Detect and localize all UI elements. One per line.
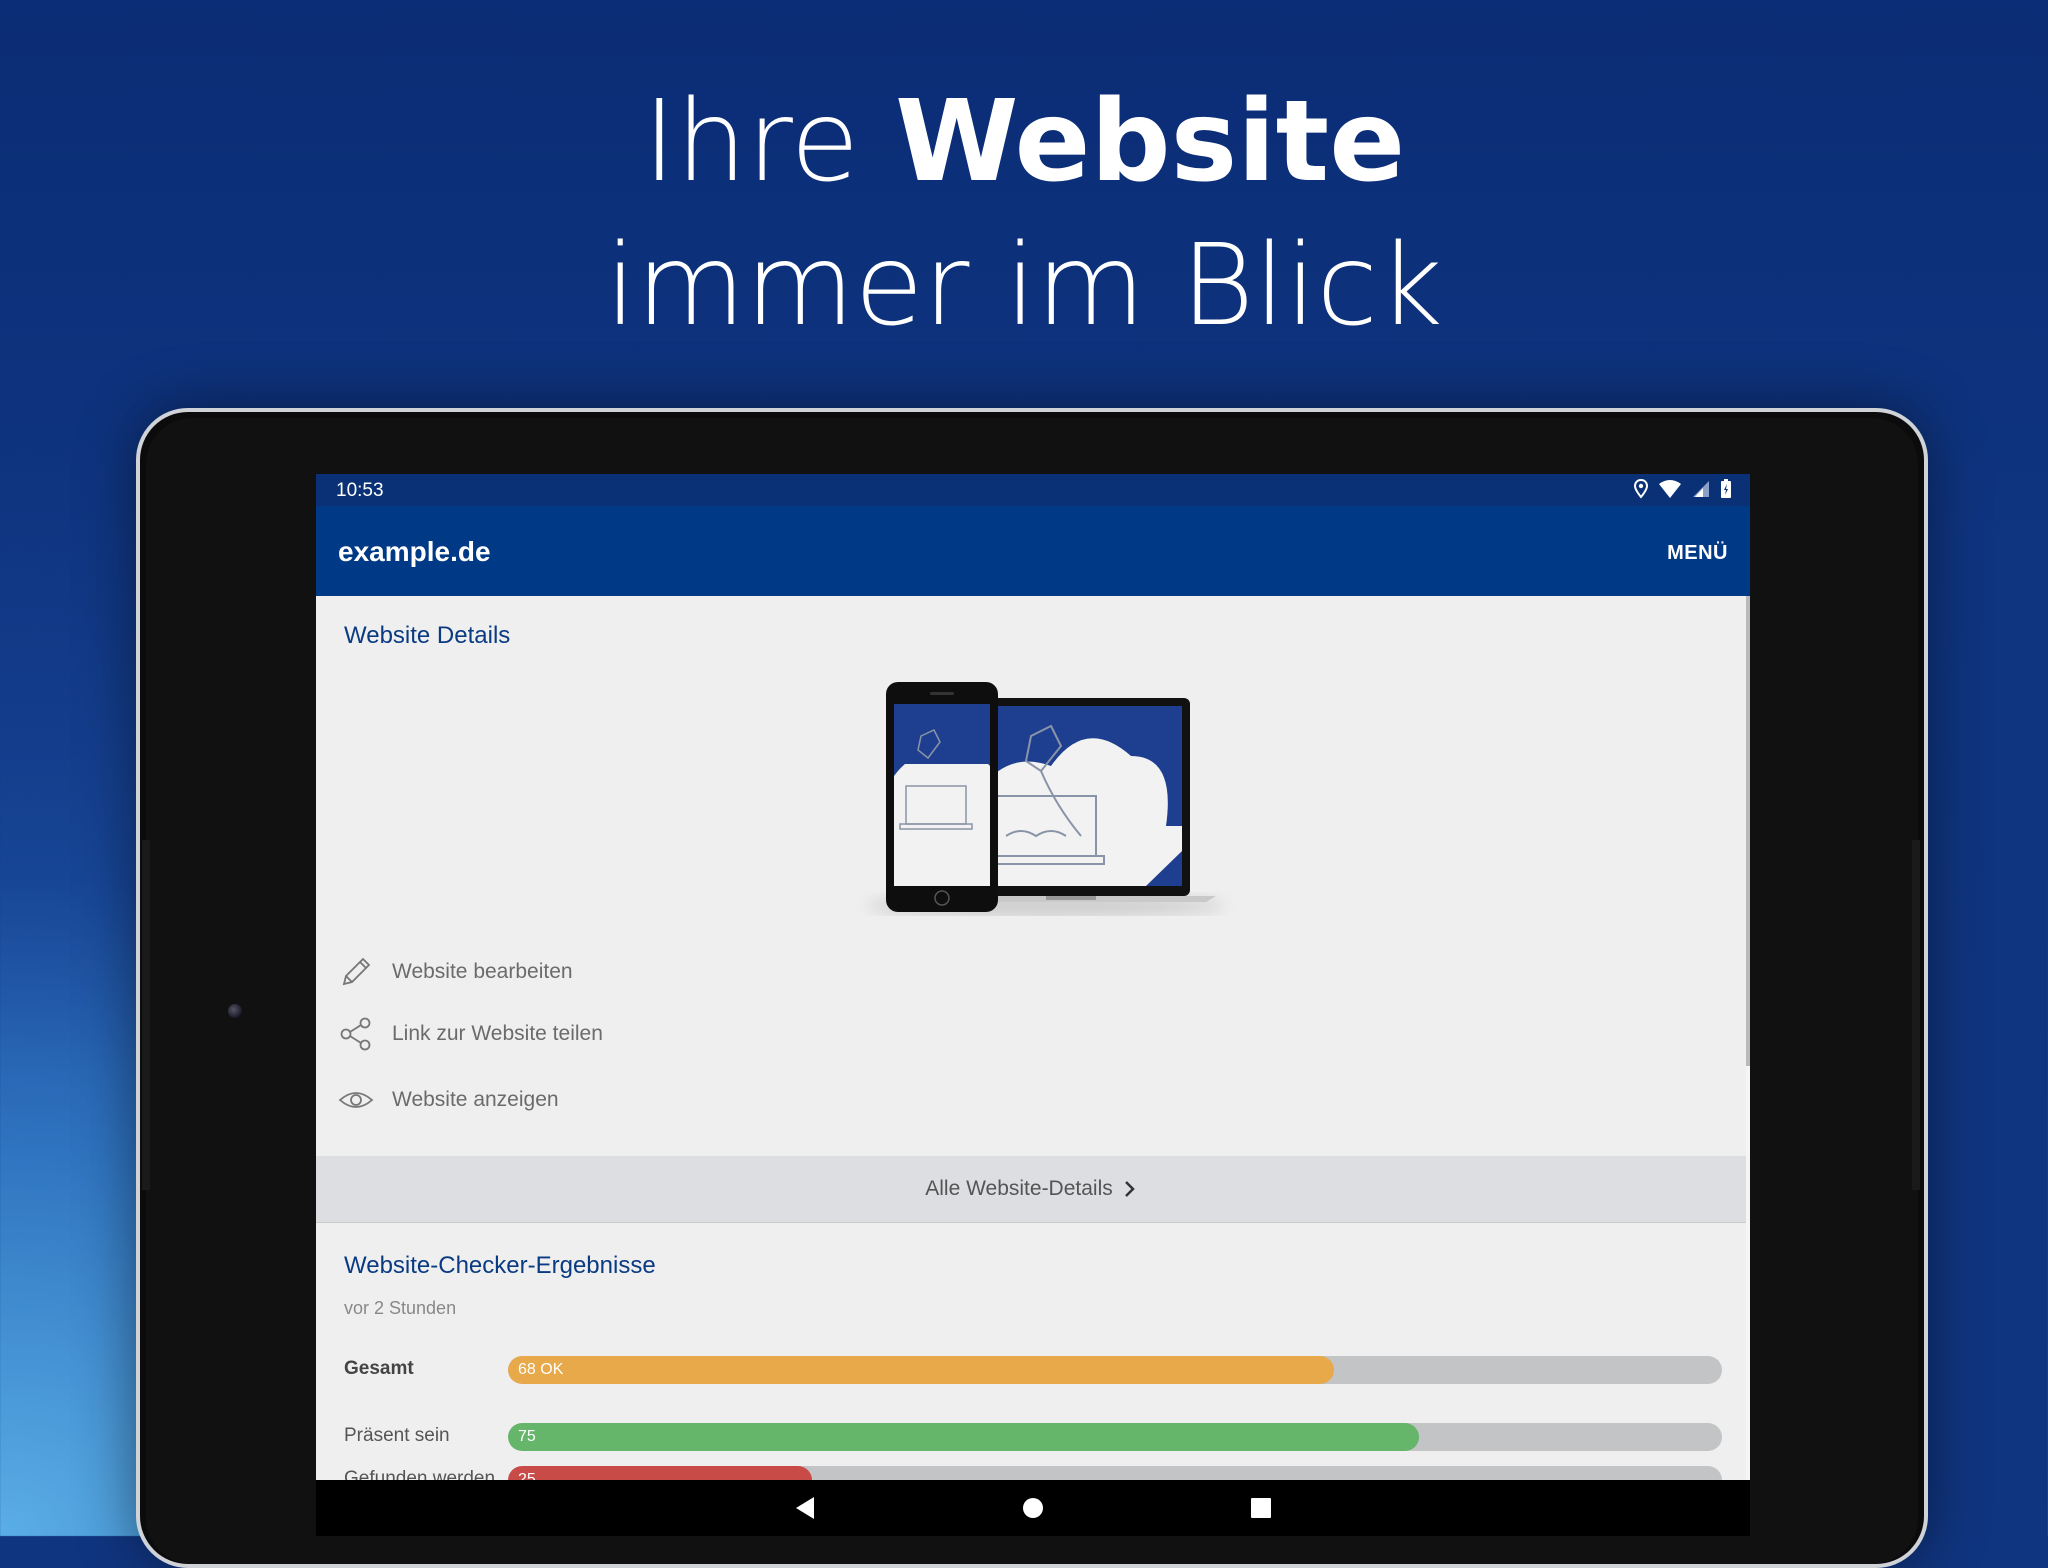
app-title: example.de — [338, 536, 491, 567]
promo-headline: Ihre Website immer im Blick — [0, 70, 2048, 358]
scrollbar-thumb[interactable] — [1746, 596, 1750, 1066]
tablet-side-button-right — [1912, 840, 1920, 1190]
recents-icon[interactable] — [1248, 1494, 1274, 1522]
home-icon[interactable] — [1020, 1494, 1046, 1522]
app-bar: example.de MENÜ — [316, 506, 1750, 596]
progress-bar: 75 — [508, 1423, 1722, 1451]
share-icon — [340, 1017, 371, 1051]
checker-row-gesamt: Gesamt 68 OK — [344, 1356, 1724, 1384]
checker-row-praesent: Präsent sein 75 — [344, 1423, 1724, 1451]
progress-fill: 75 — [508, 1423, 1419, 1451]
checker-time-ago: vor 2 Stunden — [344, 1298, 457, 1318]
status-bar: 10:53 — [316, 474, 1750, 506]
signal-icon — [1693, 481, 1709, 497]
eye-icon — [338, 1092, 374, 1108]
action-share-link[interactable]: Link zur Website teilen — [338, 1014, 603, 1054]
tablet-side-button-left — [142, 840, 150, 1190]
action-edit-website[interactable]: Website bearbeiten — [338, 952, 573, 992]
progress-bar: 68 OK — [508, 1356, 1722, 1384]
app-screen: 10:53 example.de MENÜ Website Details We… — [316, 474, 1750, 1536]
action-label: Website bearbeiten — [392, 960, 573, 983]
action-view-website[interactable]: Website anzeigen — [338, 1080, 559, 1120]
action-label: Website anzeigen — [392, 1088, 559, 1111]
headline-line-2: immer im Blick — [605, 221, 1443, 351]
wifi-icon — [1659, 480, 1681, 498]
status-time: 10:53 — [336, 480, 384, 501]
headline-line-1: Ihre Website — [642, 77, 1406, 207]
section-title-website-details: Website Details — [344, 622, 511, 649]
android-nav-bar — [316, 1480, 1750, 1536]
battery-icon — [1721, 479, 1731, 498]
pencil-icon — [342, 957, 371, 986]
back-icon[interactable] — [792, 1494, 818, 1522]
all-website-details-link[interactable]: Alle Website-Details — [316, 1156, 1746, 1223]
row-label: Gesamt — [344, 1358, 414, 1379]
menu-button[interactable]: MENÜ — [1667, 542, 1728, 565]
front-camera — [228, 1004, 242, 1018]
website-details-card: Website Details Website bearbeiten Link … — [316, 596, 1746, 1223]
row-label: Präsent sein — [344, 1425, 450, 1446]
action-label: Link zur Website teilen — [392, 1022, 603, 1045]
chevron-right-icon — [1124, 1181, 1135, 1197]
devices-illustration — [866, 682, 1226, 916]
progress-fill: 68 OK — [508, 1356, 1334, 1384]
scrollbar[interactable] — [1746, 596, 1750, 1536]
location-icon — [1634, 479, 1648, 499]
section-title-checker: Website-Checker-Ergebnisse — [344, 1252, 656, 1279]
